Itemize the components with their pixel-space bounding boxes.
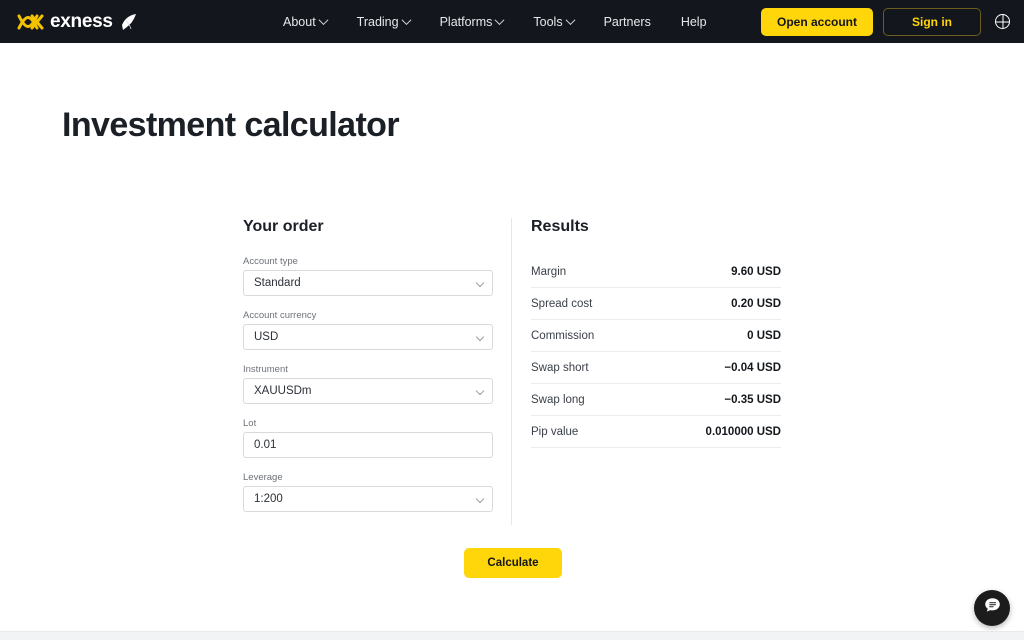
nav-label: Platforms xyxy=(439,14,493,29)
calculate-button-wrap: Calculate xyxy=(243,548,783,578)
nav-label: Help xyxy=(680,14,707,29)
nav-label: Tools xyxy=(533,14,563,29)
account-currency-select[interactable]: USD xyxy=(243,324,493,350)
nav-label: Trading xyxy=(356,14,399,29)
column-divider xyxy=(511,218,512,525)
open-account-button[interactable]: Open account xyxy=(760,7,873,36)
result-value: 0.010000 USD xyxy=(705,425,781,438)
result-row-swap-long: Swap long −0.35 USD xyxy=(531,384,781,416)
nav-item-platforms[interactable]: Platforms xyxy=(439,14,505,29)
chevron-down-icon xyxy=(475,386,485,396)
dove-icon xyxy=(120,12,138,32)
page-title: Investment calculator xyxy=(62,106,400,144)
investment-calculator-widget: Your order Account type Standard Account… xyxy=(243,218,783,578)
field-instrument: Instrument XAUUSDm xyxy=(243,364,493,404)
chevron-down-icon xyxy=(475,332,485,342)
chevron-down-icon xyxy=(475,494,485,504)
your-order-panel: Your order Account type Standard Account… xyxy=(243,218,493,526)
result-row-swap-short: Swap short −0.04 USD xyxy=(531,352,781,384)
main-navigation: About Trading Platforms Tools Partners H… xyxy=(283,0,707,43)
result-label: Spread cost xyxy=(531,297,593,310)
logo-text: exness xyxy=(50,11,113,32)
result-label: Commission xyxy=(531,329,595,342)
exness-logo[interactable]: exness xyxy=(16,12,138,32)
leverage-select[interactable]: 1:200 xyxy=(243,486,493,512)
site-header: exness About Trading Platforms Tools Par… xyxy=(0,0,1024,43)
globe-icon[interactable] xyxy=(995,14,1010,29)
account-type-value: Standard xyxy=(254,277,301,289)
account-type-select[interactable]: Standard xyxy=(243,270,493,296)
nav-label: Partners xyxy=(603,14,651,29)
chat-widget-button[interactable] xyxy=(974,590,1010,626)
result-value: −0.35 USD xyxy=(724,393,781,406)
your-order-heading: Your order xyxy=(243,218,324,235)
sign-in-button[interactable]: Sign in xyxy=(883,7,981,36)
chevron-down-icon xyxy=(494,15,505,26)
nav-item-partners[interactable]: Partners xyxy=(604,15,651,29)
result-value: 0 USD xyxy=(747,329,781,342)
field-account-type: Account type Standard xyxy=(243,256,493,296)
result-row-margin: Margin 9.60 USD xyxy=(531,256,781,288)
field-label: Lot xyxy=(243,418,257,429)
result-label: Pip value xyxy=(531,425,579,438)
chevron-down-icon xyxy=(565,15,576,26)
result-label: Swap long xyxy=(531,393,585,406)
field-label: Account currency xyxy=(243,310,317,321)
chat-bubble-icon xyxy=(983,596,1002,620)
nav-item-trading[interactable]: Trading xyxy=(356,14,412,29)
calculator-columns: Your order Account type Standard Account… xyxy=(243,218,783,526)
field-account-currency: Account currency USD xyxy=(243,310,493,350)
nav-label: About xyxy=(283,14,316,29)
result-value: −0.04 USD xyxy=(724,361,781,374)
field-label: Leverage xyxy=(243,472,283,483)
result-value: 0.20 USD xyxy=(731,297,781,310)
nav-item-about[interactable]: About xyxy=(283,14,329,29)
field-label: Instrument xyxy=(243,364,288,375)
instrument-select[interactable]: XAUUSDm xyxy=(243,378,493,404)
result-label: Margin xyxy=(531,265,567,278)
field-lot: Lot 0.01 xyxy=(243,418,493,458)
lot-value: 0.01 xyxy=(254,439,277,451)
chevron-down-icon xyxy=(318,15,329,26)
investment-calculator-page: exness About Trading Platforms Tools Par… xyxy=(0,0,1024,640)
result-row-spread-cost: Spread cost 0.20 USD xyxy=(531,288,781,320)
calculate-button[interactable]: Calculate xyxy=(464,548,562,578)
instrument-value: XAUUSDm xyxy=(254,385,312,397)
result-row-pip-value: Pip value 0.010000 USD xyxy=(531,416,781,448)
page-bottom-strip xyxy=(0,631,1024,640)
field-label: Account type xyxy=(243,256,298,267)
field-leverage: Leverage 1:200 xyxy=(243,472,493,512)
chevron-down-icon xyxy=(475,278,485,288)
nav-item-tools[interactable]: Tools xyxy=(533,14,576,29)
leverage-value: 1:200 xyxy=(254,493,283,505)
chevron-down-icon xyxy=(401,15,412,26)
nav-item-help[interactable]: Help xyxy=(681,15,707,29)
results-heading: Results xyxy=(531,218,589,235)
exness-mark-icon xyxy=(16,12,46,32)
result-label: Swap short xyxy=(531,361,589,374)
account-currency-value: USD xyxy=(254,331,279,343)
results-panel: Results Margin 9.60 USD Spread cost 0.20… xyxy=(531,218,781,526)
header-actions: Open account Sign in xyxy=(760,0,1014,43)
result-row-commission: Commission 0 USD xyxy=(531,320,781,352)
lot-input[interactable]: 0.01 xyxy=(243,432,493,458)
result-value: 9.60 USD xyxy=(731,265,781,278)
